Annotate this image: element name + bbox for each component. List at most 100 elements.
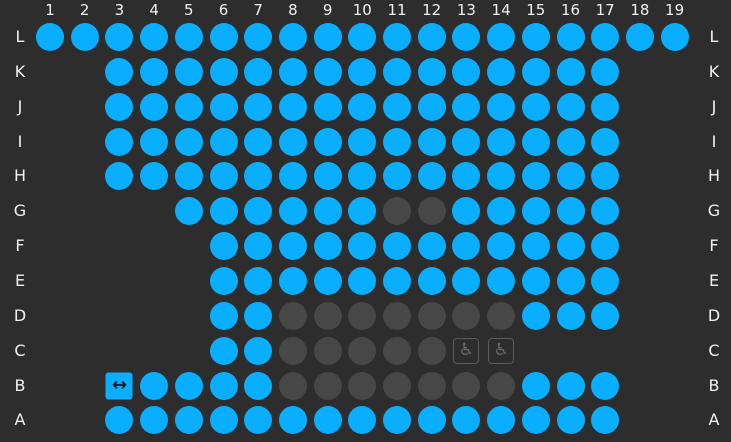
seat-g6-available[interactable] (209, 197, 238, 226)
seat-g13-available[interactable] (452, 197, 481, 226)
seat-b17-available[interactable] (591, 371, 620, 400)
seat-j13-available[interactable] (452, 92, 481, 121)
seat-j5-available[interactable] (174, 92, 203, 121)
seat-k13-available[interactable] (452, 57, 481, 86)
seat-g14-available[interactable] (487, 197, 516, 226)
seat-h17-available[interactable] (591, 162, 620, 191)
seat-e17-available[interactable] (591, 266, 620, 295)
seat-l19-available[interactable] (660, 23, 689, 51)
seat-l10-available[interactable] (348, 23, 377, 51)
seat-l15-available[interactable] (521, 23, 550, 51)
seat-a16-available[interactable] (556, 406, 585, 435)
seat-f10-available[interactable] (348, 232, 377, 261)
seat-a4-available[interactable] (140, 406, 169, 435)
seat-a13-available[interactable] (452, 406, 481, 435)
seat-h13-available[interactable] (452, 162, 481, 191)
seat-a14-available[interactable] (487, 406, 516, 435)
seat-a12-available[interactable] (417, 406, 446, 435)
seat-c7-available[interactable] (244, 336, 273, 365)
seat-l18-available[interactable] (625, 23, 654, 51)
seat-d17-available[interactable] (591, 301, 620, 330)
seat-h7-available[interactable] (244, 162, 273, 191)
seat-h16-available[interactable] (556, 162, 585, 191)
seat-l7-available[interactable] (244, 23, 273, 51)
seat-i3-available[interactable] (105, 127, 134, 156)
seat-f17-available[interactable] (591, 232, 620, 261)
seat-l2-available[interactable] (70, 23, 99, 51)
seat-l3-available[interactable] (105, 23, 134, 51)
seat-e16-available[interactable] (556, 266, 585, 295)
seat-a11-available[interactable] (383, 406, 411, 435)
seat-l11-available[interactable] (383, 23, 411, 51)
seat-l16-available[interactable] (556, 23, 585, 51)
seat-k3-available[interactable] (105, 57, 134, 86)
seat-i13-available[interactable] (452, 127, 481, 156)
seat-a6-available[interactable] (209, 406, 238, 435)
seat-f11-available[interactable] (383, 232, 411, 261)
seat-d7-available[interactable] (244, 301, 273, 330)
seat-k4-available[interactable] (140, 57, 169, 86)
seat-g9-available[interactable] (313, 197, 342, 226)
seat-c6-available[interactable] (209, 336, 238, 365)
seat-l12-available[interactable] (417, 23, 446, 51)
seat-k8-available[interactable] (278, 57, 307, 86)
seat-i17-available[interactable] (591, 127, 620, 156)
seat-a17-available[interactable] (591, 406, 620, 435)
seat-l4-available[interactable] (140, 23, 169, 51)
seat-k14-available[interactable] (487, 57, 516, 86)
seat-k15-available[interactable] (521, 57, 550, 86)
seat-d6-available[interactable] (209, 301, 238, 330)
seat-i10-available[interactable] (348, 127, 377, 156)
seat-a15-available[interactable] (521, 406, 550, 435)
seat-h14-available[interactable] (487, 162, 516, 191)
seat-a5-available[interactable] (174, 406, 203, 435)
seat-j3-available[interactable] (105, 92, 134, 121)
seat-h15-available[interactable] (521, 162, 550, 191)
seat-l14-available[interactable] (487, 23, 516, 51)
seat-j15-available[interactable] (521, 92, 550, 121)
seat-k11-available[interactable] (383, 57, 411, 86)
seat-b3-companion[interactable]: ↔ (105, 372, 133, 399)
seat-i8-available[interactable] (278, 127, 307, 156)
seat-l9-available[interactable] (313, 23, 342, 51)
seat-j8-available[interactable] (278, 92, 307, 121)
seat-h6-available[interactable] (209, 162, 238, 191)
seat-i4-available[interactable] (140, 127, 169, 156)
seat-d15-available[interactable] (521, 301, 550, 330)
seat-k12-available[interactable] (417, 57, 446, 86)
seat-b7-available[interactable] (244, 371, 273, 400)
seat-e15-available[interactable] (521, 266, 550, 295)
seat-b15-available[interactable] (521, 371, 550, 400)
seat-f14-available[interactable] (487, 232, 516, 261)
seat-j16-available[interactable] (556, 92, 585, 121)
seat-l13-available[interactable] (452, 23, 481, 51)
seat-a7-available[interactable] (244, 406, 273, 435)
seat-i5-available[interactable] (174, 127, 203, 156)
seat-h3-available[interactable] (105, 162, 134, 191)
seat-j7-available[interactable] (244, 92, 273, 121)
seat-k10-available[interactable] (348, 57, 377, 86)
seat-g5-available[interactable] (174, 197, 203, 226)
seat-i14-available[interactable] (487, 127, 516, 156)
seat-j10-available[interactable] (348, 92, 377, 121)
seat-i6-available[interactable] (209, 127, 238, 156)
seat-f7-available[interactable] (244, 232, 273, 261)
seat-a10-available[interactable] (348, 406, 377, 435)
seat-j4-available[interactable] (140, 92, 169, 121)
seat-k16-available[interactable] (556, 57, 585, 86)
seat-a3-available[interactable] (105, 406, 134, 435)
seat-k17-available[interactable] (591, 57, 620, 86)
seat-i16-available[interactable] (556, 127, 585, 156)
seat-k5-available[interactable] (174, 57, 203, 86)
seat-e6-available[interactable] (209, 266, 238, 295)
seat-i11-available[interactable] (383, 127, 411, 156)
seat-j11-available[interactable] (383, 92, 411, 121)
seat-e11-available[interactable] (383, 266, 411, 295)
seat-l1-available[interactable] (36, 23, 64, 51)
seat-b6-available[interactable] (209, 371, 238, 400)
seat-j9-available[interactable] (313, 92, 342, 121)
seat-b5-available[interactable] (174, 371, 203, 400)
seat-e12-available[interactable] (417, 266, 446, 295)
seat-a8-available[interactable] (278, 406, 307, 435)
seat-g7-available[interactable] (244, 197, 273, 226)
